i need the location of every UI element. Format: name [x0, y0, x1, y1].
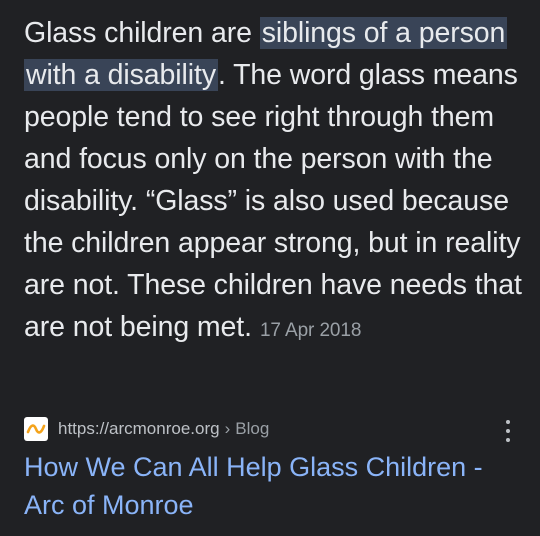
result-title-link[interactable]: How We Can All Help Glass Children - Arc… — [24, 448, 524, 524]
more-vert-icon[interactable] — [504, 420, 512, 442]
menu-dot — [506, 420, 510, 424]
snippet-date: 17 Apr 2018 — [259, 320, 362, 341]
snippet-text-before: Glass children are — [24, 17, 260, 49]
source-breadcrumb[interactable]: Blog — [235, 419, 269, 439]
menu-dot — [506, 438, 510, 442]
source-row[interactable]: https://arcmonroe.org › Blog — [24, 414, 520, 444]
breadcrumb-separator: › — [224, 419, 231, 438]
source-url[interactable]: https://arcmonroe.org — [58, 419, 220, 439]
featured-snippet-text: Glass children are siblings of a person … — [24, 12, 524, 352]
menu-dot — [506, 429, 510, 433]
snippet-text-after: . The word glass means people tend to se… — [24, 59, 522, 343]
arc-monroe-logo-icon — [24, 417, 48, 441]
